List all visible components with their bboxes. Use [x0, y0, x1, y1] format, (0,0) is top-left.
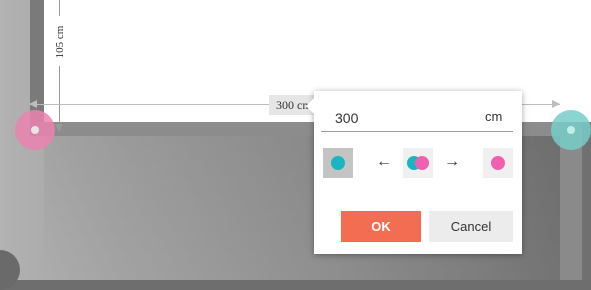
arrow-left-icon: ←: [376, 153, 392, 170]
pink-dot-icon: [491, 156, 505, 170]
teal-dot-icon: [331, 156, 345, 170]
vertical-dimension-label: 105 cm: [54, 25, 66, 59]
unit-label: cm: [485, 109, 503, 124]
anchor-center-option[interactable]: [403, 148, 433, 178]
vertical-dimension-arrow: [55, 124, 63, 132]
dimension-arrow-left: [29, 100, 37, 108]
handle-dot: [31, 126, 39, 134]
popup-pointer: [306, 98, 314, 114]
dimension-arrow-right: [552, 100, 560, 108]
ok-button[interactable]: OK: [341, 211, 421, 242]
anchor-start-option[interactable]: [323, 148, 353, 178]
cancel-button[interactable]: Cancel: [429, 211, 513, 242]
pink-dot-icon: [415, 156, 429, 170]
anchor-end-option[interactable]: [483, 148, 513, 178]
arrow-right-icon: →: [444, 153, 460, 170]
wall-start-handle[interactable]: [15, 110, 55, 150]
handle-dot: [567, 126, 575, 134]
wall-length-popup: cm ← → OK Cancel: [306, 91, 522, 254]
wall-end-handle[interactable]: [551, 110, 591, 150]
